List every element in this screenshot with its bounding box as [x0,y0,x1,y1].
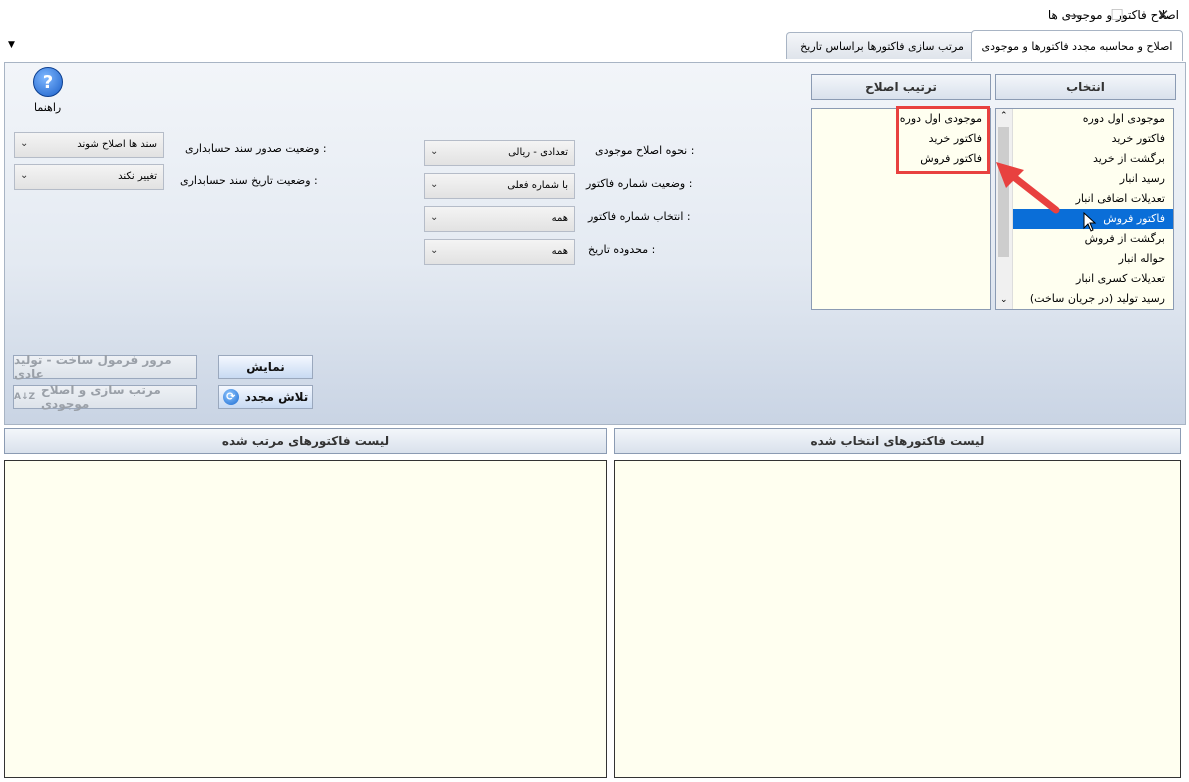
voucher-date-status-label: وضعیت تاریخ سند حسابداری : [180,174,318,187]
refresh-icon: ⟳ [222,389,239,405]
minimize-button[interactable]: — [1052,0,1098,30]
order-header[interactable]: ترتیب اصلاح [811,74,991,100]
fix-method-select[interactable]: تعدادی - ریالی ⌄ [424,140,575,166]
chevron-down-icon: ⌄ [430,179,439,190]
title-bar: اصلاح فاکتور و موجودی ها — ☐ ✕ [0,0,1189,30]
voucher-date-status-select[interactable]: تغییر نکند ⌄ [14,164,164,190]
sorted-invoices-list[interactable] [4,460,607,778]
sorted-invoices-header[interactable]: لیست فاکتورهای مرتب شده [4,428,607,454]
help-label: راهنما [34,101,62,114]
review-formula-button[interactable]: مرور فرمول ساخت - تولید عادی [13,353,197,381]
invoice-number-status-select[interactable]: با شماره فعلی ⌄ [424,173,575,199]
list-item[interactable]: رسید تولید (در جریان ساخت) [1030,292,1165,305]
voucher-issue-status-label: وضعیت صدور سند حسابداری : [185,142,327,155]
dropdown-arrow-icon[interactable]: ▼ [8,40,15,50]
annotation-highlight-box [896,106,990,174]
tab-sort-by-date[interactable]: مرتب سازی فاکتورها براساس تاریخ [786,32,978,59]
voucher-issue-status-select[interactable]: سند ها اصلاح شوند ⌄ [14,132,164,158]
list-item[interactable]: حواله انبار [1119,252,1165,265]
list-item-selected[interactable]: فاکتور فروش [1103,212,1165,225]
show-label: نمایش [246,360,285,374]
show-button[interactable]: نمایش [218,355,313,379]
retry-label: تلاش مجدد [244,390,309,404]
voucher-date-status-value: تغییر نکند [118,171,157,182]
sort-fix-inventory-button[interactable]: A↓Z مرتب سازی و اصلاح موجودی [13,383,197,411]
scroll-up-icon[interactable]: ⌃ [1000,111,1008,121]
selected-invoices-list[interactable] [614,460,1181,778]
date-range-select[interactable]: همه ⌄ [424,239,575,265]
tab-fix-invoices[interactable]: اصلاح و محاسبه مجدد فاکتورها و موجودی [971,30,1183,61]
list-item[interactable]: تعدیلات کسری انبار [1076,272,1165,285]
invoice-number-select[interactable]: همه ⌄ [424,206,575,232]
chevron-down-icon: ⌄ [430,245,439,256]
date-range-value: همه [551,246,568,257]
voucher-issue-status-value: سند ها اصلاح شوند [77,139,157,150]
list-item[interactable]: موجودی اول دوره [1083,112,1165,125]
maximize-button[interactable]: ☐ [1094,0,1140,30]
retry-button[interactable]: ⟳ تلاش مجدد [218,385,313,409]
fix-method-label: نحوه اصلاح موجودی : [595,144,695,157]
chevron-down-icon: ⌄ [430,146,439,157]
selected-invoices-header[interactable]: لیست فاکتورهای انتخاب شده [614,428,1181,454]
list-item[interactable]: فاکتور خرید [1112,132,1165,145]
sort-fix-inventory-label: مرتب سازی و اصلاح موجودی [41,383,161,411]
date-range-label: محدوده تاریخ : [588,243,656,256]
selection-header[interactable]: انتخاب [995,74,1176,100]
close-button[interactable]: ✕ [1140,0,1186,30]
fix-method-value: تعدادی - ریالی [508,147,568,158]
annotation-arrow-icon [996,162,1060,214]
sort-az-icon: A↓Z [14,392,36,402]
chevron-down-icon: ⌄ [20,170,29,181]
scroll-down-icon[interactable]: ⌄ [1000,295,1008,305]
list-item[interactable]: تعدیلات اضافی انبار [1076,192,1165,205]
review-formula-label: مرور فرمول ساخت - تولید عادی [14,353,172,381]
list-item[interactable]: برگشت از فروش [1085,232,1165,245]
invoice-number-select-value: همه [551,213,568,224]
mouse-cursor-icon [1083,212,1097,232]
chevron-down-icon: ⌄ [430,212,439,223]
invoice-number-status-value: با شماره فعلی [507,180,568,191]
list-item[interactable]: رسید انبار [1120,172,1165,185]
help-icon[interactable]: ? [33,67,63,97]
chevron-down-icon: ⌄ [20,138,29,149]
invoice-number-select-label: انتخاب شماره فاکتور : [588,210,691,223]
invoice-number-status-label: وضعیت شماره فاکتور : [586,177,693,190]
list-item[interactable]: برگشت از خرید [1093,152,1165,165]
